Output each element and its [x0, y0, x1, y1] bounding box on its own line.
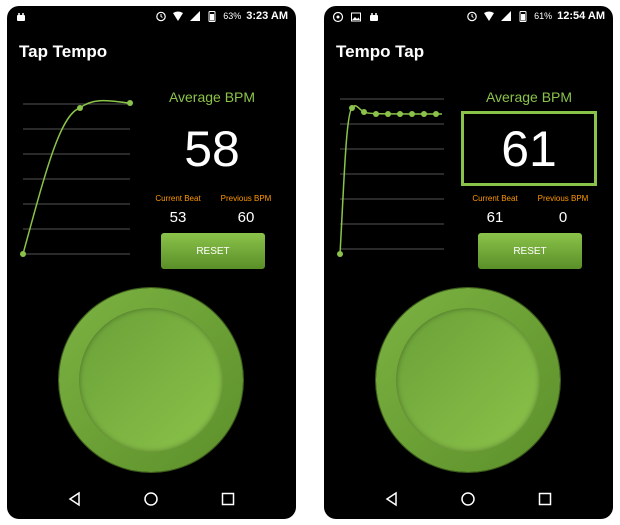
recents-icon[interactable]	[537, 491, 553, 507]
tap-button-inner[interactable]	[396, 308, 540, 452]
battery-percent: 63%	[223, 11, 242, 21]
nav-bar	[324, 479, 613, 519]
tap-button[interactable]	[376, 288, 560, 472]
status-bar: 61% 12:54 AM	[324, 6, 613, 28]
tap-button-inner[interactable]	[79, 308, 223, 452]
previous-bpm-label: Previous BPM	[220, 194, 272, 203]
signal-icon	[500, 10, 512, 22]
previous-bpm-value: 60	[237, 209, 255, 226]
average-bpm-value: 58	[184, 120, 240, 177]
home-icon[interactable]	[143, 491, 159, 507]
average-bpm-label: Average BPM	[485, 89, 573, 105]
bpm-graph	[15, 94, 135, 259]
whatsapp-icon	[332, 11, 344, 23]
reset-button[interactable]: RESET	[161, 233, 265, 269]
android-icon	[15, 11, 27, 23]
previous-bpm: Previous BPM 0	[529, 194, 597, 226]
wifi-icon	[172, 10, 184, 22]
average-bpm-value: 61	[461, 111, 597, 186]
clock: 3:23 AM	[246, 10, 288, 22]
page-title: Tap Tempo	[19, 42, 108, 61]
back-icon[interactable]	[384, 491, 400, 507]
alarm-icon	[155, 10, 167, 22]
back-icon[interactable]	[67, 491, 83, 507]
previous-bpm-value: 0	[558, 209, 568, 226]
previous-bpm-label: Previous BPM	[537, 194, 589, 203]
tap-button[interactable]	[59, 288, 243, 472]
battery-icon	[517, 10, 529, 22]
recents-icon[interactable]	[220, 491, 236, 507]
android-icon	[368, 11, 380, 23]
alarm-icon	[466, 10, 478, 22]
current-beat-value: 53	[169, 209, 187, 226]
battery-icon	[206, 10, 218, 22]
image-icon	[350, 11, 362, 23]
phone-screen-tempo-tap: 61% 12:54 AM Tempo Tap Average BPM 61 Cu…	[324, 6, 613, 519]
signal-icon	[189, 10, 201, 22]
current-beat-label: Current Beat	[472, 194, 518, 203]
current-beat: Current Beat 53	[144, 194, 212, 226]
clock: 12:54 AM	[557, 10, 605, 22]
home-icon[interactable]	[460, 491, 476, 507]
current-beat-label: Current Beat	[155, 194, 201, 203]
bpm-graph	[332, 94, 452, 259]
current-beat: Current Beat 61	[461, 194, 529, 226]
average-bpm-label: Average BPM	[168, 89, 256, 105]
battery-percent: 61%	[534, 11, 553, 21]
phone-screen-tap-tempo: 63% 3:23 AM Tap Tempo Average BPM 58 Cur…	[7, 6, 296, 519]
page-title: Tempo Tap	[336, 42, 425, 61]
current-beat-value: 61	[486, 209, 504, 226]
previous-bpm: Previous BPM 60	[212, 194, 280, 226]
status-bar: 63% 3:23 AM	[7, 6, 296, 28]
reset-button[interactable]: RESET	[478, 233, 582, 269]
wifi-icon	[483, 10, 495, 22]
nav-bar	[7, 479, 296, 519]
